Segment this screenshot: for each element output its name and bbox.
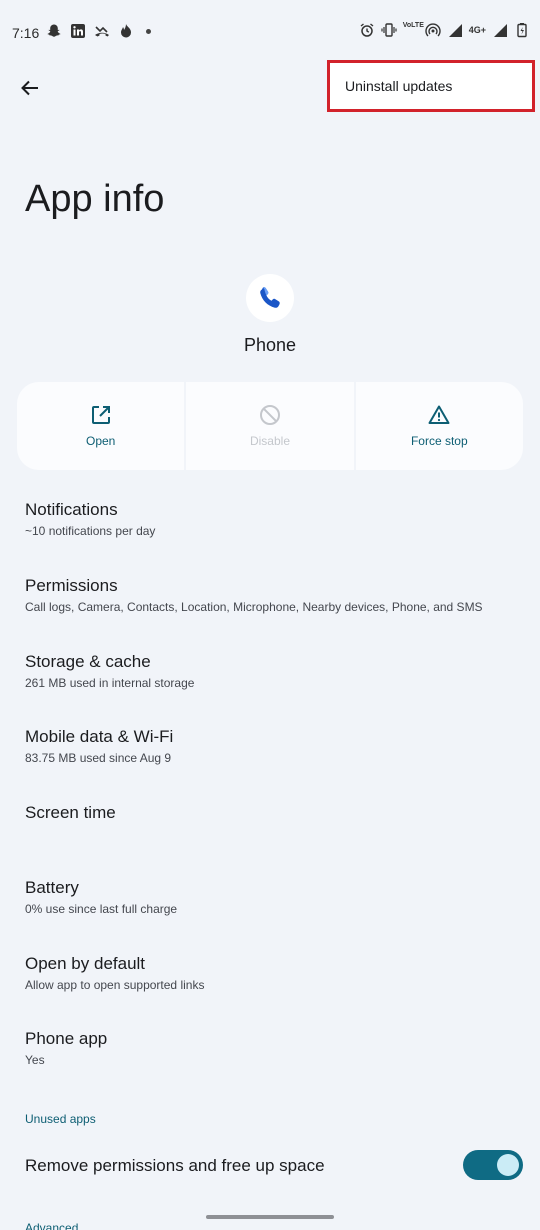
permissions-subtitle: Call logs, Camera, Contacts, Location, M… <box>25 600 483 614</box>
storage-title: Storage & cache <box>25 652 151 671</box>
uninstall-updates-menu-item[interactable]: Uninstall updates <box>327 60 535 112</box>
permissions-item[interactable]: Permissions Call logs, Camera, Contacts,… <box>25 576 515 614</box>
screen-time-title: Screen time <box>25 803 116 822</box>
mobile-data-title: Mobile data & Wi-Fi <box>25 727 174 746</box>
mobile-data-subtitle: 83.75 MB used since Aug 9 <box>25 751 172 765</box>
open-button[interactable]: Open <box>17 382 185 470</box>
hotspot-icon <box>425 22 441 38</box>
open-by-default-subtitle: Allow app to open supported links <box>25 978 205 992</box>
page-title: App info <box>25 178 165 220</box>
notifications-item[interactable]: Notifications ~10 notifications per day <box>25 500 515 538</box>
phone-app-title: Phone app <box>25 1029 108 1048</box>
open-label: Open <box>85 434 116 448</box>
back-button[interactable] <box>14 72 46 104</box>
remove-permissions-title: Remove permissions and free up space <box>25 1156 325 1175</box>
mobile-data-item[interactable]: Mobile data & Wi-Fi 83.75 MB used since … <box>25 727 515 765</box>
missed-call-icon <box>94 23 110 39</box>
battery-title: Battery <box>25 878 79 897</box>
system-status-icons: VoLTE 4G+ <box>359 22 530 38</box>
dot-icon <box>146 28 151 34</box>
network-4g-icon: 4G+ <box>468 25 486 35</box>
remove-permissions-item[interactable]: Remove permissions and free up space <box>25 1156 445 1176</box>
battery-icon <box>514 22 530 38</box>
flame-icon <box>118 23 134 39</box>
snapchat-icon <box>46 23 62 39</box>
alarm-icon <box>359 22 375 38</box>
notifications-title: Notifications <box>25 500 118 519</box>
status-bar: 7:16 VoLTE 4G+ <box>0 0 540 66</box>
open-external-icon <box>91 406 110 424</box>
unused-apps-header: Unused apps <box>25 1112 96 1126</box>
phone-app-subtitle: Yes <box>25 1053 45 1067</box>
linkedin-icon <box>70 23 86 39</box>
permissions-title: Permissions <box>25 576 118 595</box>
battery-item[interactable]: Battery 0% use since last full charge <box>25 878 515 916</box>
app-info-screen: 7:16 VoLTE 4G+ Uninstall updates App inf… <box>0 0 540 1230</box>
advanced-header: Advanced <box>25 1221 79 1230</box>
disable-label: Disable <box>249 434 290 448</box>
open-by-default-item[interactable]: Open by default Allow app to open suppor… <box>25 954 515 992</box>
remove-permissions-toggle[interactable] <box>463 1150 523 1180</box>
phone-app-icon <box>246 274 294 322</box>
phone-app-item[interactable]: Phone app Yes <box>25 1029 515 1067</box>
force-stop-button[interactable]: Force stop <box>355 382 523 470</box>
vibrate-icon <box>381 22 397 38</box>
volte-icon: VoLTE <box>402 22 424 29</box>
block-icon <box>259 405 280 425</box>
app-name: Phone <box>243 335 297 355</box>
storage-subtitle: 261 MB used in internal storage <box>25 676 195 690</box>
screen-time-item[interactable]: Screen time <box>25 803 515 823</box>
open-by-default-title: Open by default <box>25 954 146 973</box>
battery-subtitle: 0% use since last full charge <box>25 902 178 916</box>
arrow-left-icon <box>21 80 38 96</box>
force-stop-label: Force stop <box>410 434 468 448</box>
uninstall-updates-label: Uninstall updates <box>345 78 453 94</box>
notification-icons <box>46 23 151 39</box>
storage-cache-item[interactable]: Storage & cache 261 MB used in internal … <box>25 652 515 690</box>
status-time: 7:16 <box>12 25 40 41</box>
home-indicator[interactable] <box>206 1215 334 1219</box>
signal-icon <box>492 22 508 38</box>
disable-button[interactable]: Disable <box>186 382 354 470</box>
warning-icon <box>428 405 450 424</box>
toggle-knob <box>497 1154 519 1176</box>
notifications-subtitle: ~10 notifications per day <box>25 524 156 538</box>
signal-icon <box>447 22 463 38</box>
action-buttons: Open Disable Force stop <box>17 382 523 470</box>
